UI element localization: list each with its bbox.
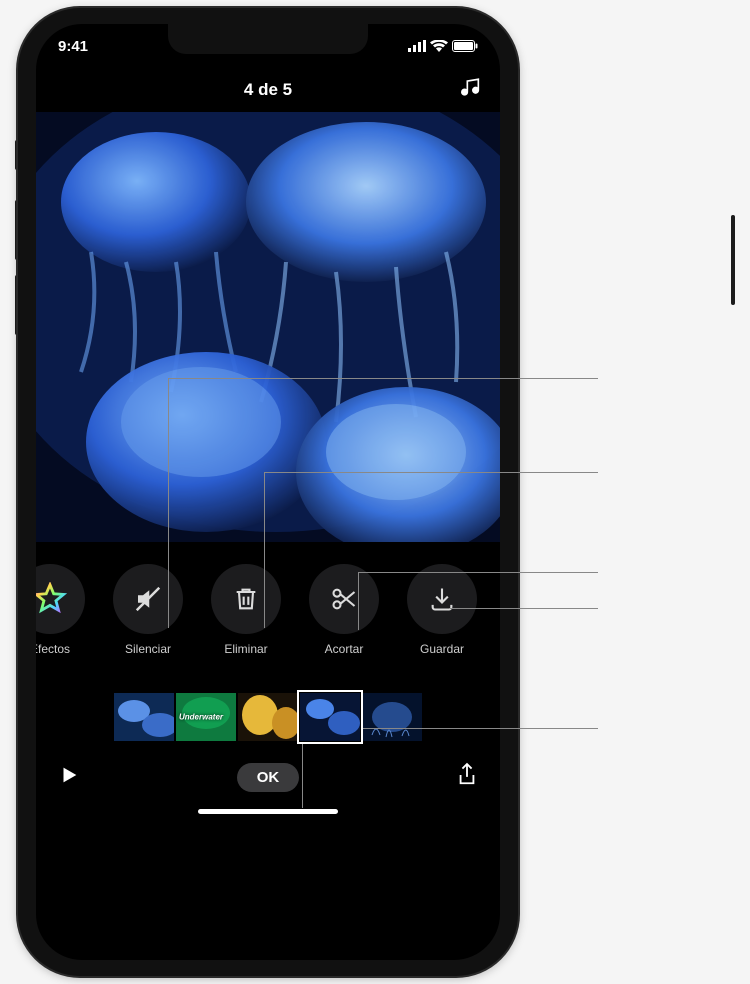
clip-title-overlay: Underwater [179,713,223,722]
music-button[interactable] [460,77,482,104]
status-time: 9:41 [58,38,88,55]
clip-thumb[interactable]: Underwater [175,692,237,742]
wifi-icon [430,40,448,52]
callout-line [450,608,598,630]
battery-icon [452,40,478,52]
effects-label: Efectos [36,642,70,656]
device-notch [168,24,368,54]
ok-button[interactable]: OK [237,763,300,792]
music-icon [460,77,482,99]
clip-thumb[interactable] [237,692,299,742]
status-icons [408,40,478,52]
play-button[interactable] [58,764,80,791]
play-icon [58,764,80,786]
nav-bar: 4 de 5 [36,68,500,112]
delete-label: Eliminar [224,642,267,656]
device-side-button [731,215,735,305]
trim-label: Acortar [325,642,364,656]
star-icon [36,582,67,616]
save-label: Guardar [420,642,464,656]
clip-thumb[interactable] [113,692,175,742]
effects-button[interactable]: Efectos [36,564,92,656]
home-indicator[interactable] [198,809,338,814]
mute-icon [133,584,163,614]
cellular-icon [408,40,426,52]
mute-label: Silenciar [125,642,171,656]
clip-thumb-selected[interactable] [299,692,361,742]
page-title: 4 de 5 [244,80,292,100]
